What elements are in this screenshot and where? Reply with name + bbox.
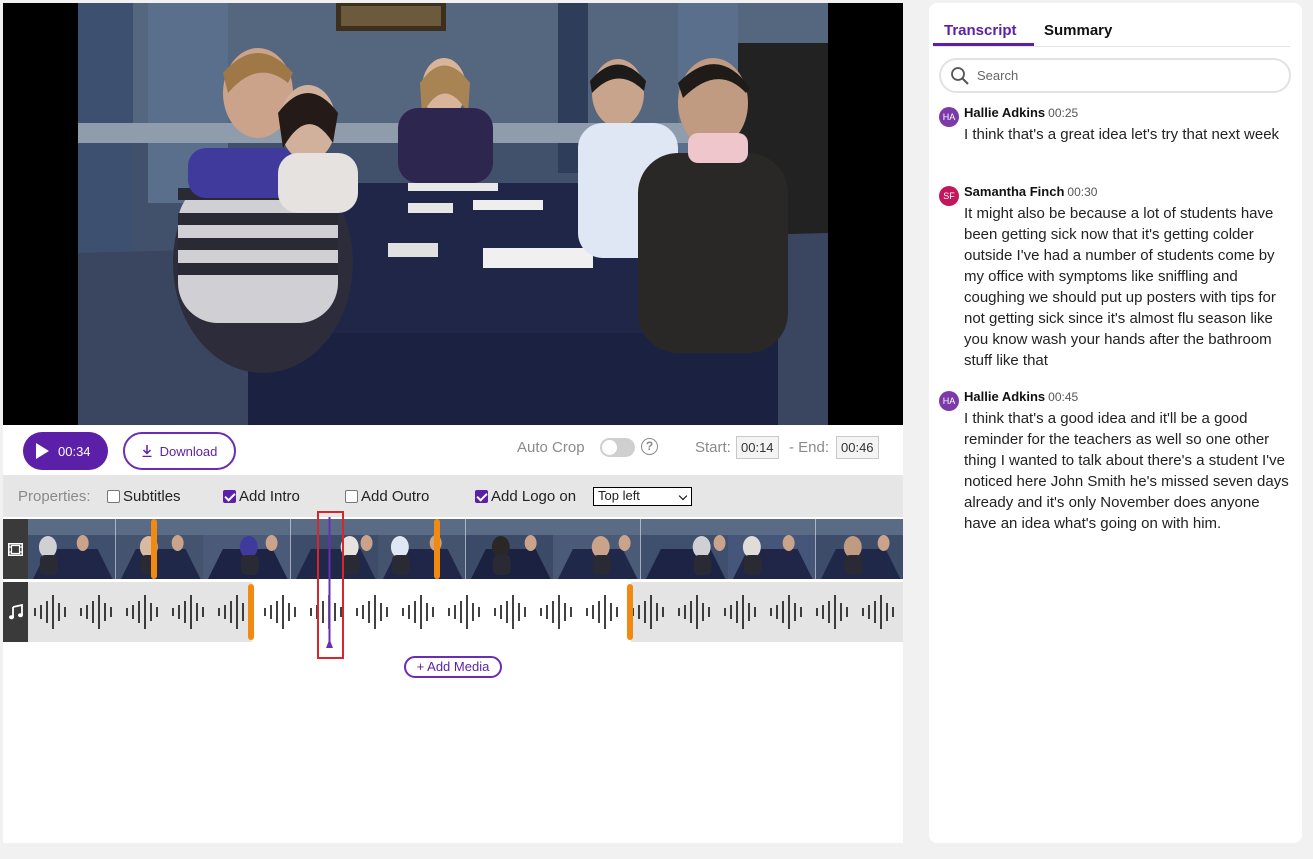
video-thumbnail: [815, 519, 903, 579]
audio-trim-marker[interactable]: [627, 584, 633, 640]
avatar: HA: [939, 391, 959, 411]
tab-divider: [933, 46, 1290, 47]
video-editor: 00:34 Download Auto Crop ? Start: 00:14 …: [3, 3, 903, 843]
video-track[interactable]: [3, 519, 903, 579]
video-thumbnails: [28, 519, 903, 579]
auto-crop-label: Auto Crop: [517, 439, 585, 456]
add-logo-checkbox[interactable]: Add Logo on: [475, 488, 576, 505]
video-thumbnail: [115, 519, 203, 579]
avatar: SF: [939, 186, 959, 206]
properties-label: Properties:: [18, 487, 91, 505]
download-button[interactable]: Download: [123, 432, 236, 470]
tab-summary[interactable]: Summary: [1044, 22, 1112, 39]
add-outro-check[interactable]: [345, 489, 358, 503]
speaker-line: Hallie Adkins 00:25: [964, 105, 1078, 120]
play-button[interactable]: 00:34: [23, 432, 108, 470]
add-media-button[interactable]: + Add Media: [404, 656, 502, 678]
add-outro-checkbox[interactable]: Add Outro: [345, 488, 429, 505]
logo-position-value: Top left: [598, 488, 640, 503]
search-icon: [951, 67, 969, 85]
subtitles-label: Subtitles: [123, 487, 181, 505]
video-thumbnail: [378, 519, 466, 579]
speaker-name: Hallie Adkins: [964, 389, 1046, 404]
auto-crop-toggle[interactable]: [600, 438, 635, 457]
timestamp[interactable]: 00:45: [1048, 390, 1078, 404]
video-frame: [78, 3, 828, 425]
video-player[interactable]: [3, 3, 903, 425]
transcript-text: It might also be because a lot of studen…: [964, 205, 1276, 369]
transcript-panel: Transcript Summary Search HA Hallie Adki…: [929, 3, 1302, 843]
film-icon: [3, 519, 28, 579]
add-logo-check[interactable]: [475, 489, 488, 503]
video-thumbnail: [728, 519, 816, 579]
video-thumbnail: [465, 519, 553, 579]
add-intro-checkbox[interactable]: Add Intro: [223, 488, 300, 505]
transcript-text: I think that's a great idea let's try th…: [964, 126, 1280, 143]
download-label: Download: [159, 443, 218, 459]
audio-trim-marker[interactable]: [248, 584, 254, 640]
video-thumbnail: [640, 519, 728, 579]
video-thumbnail: [28, 519, 116, 579]
speaker-line: Hallie Adkins 00:45: [964, 389, 1078, 404]
control-bar: 00:34 Download Auto Crop ? Start: 00:14 …: [3, 425, 903, 475]
timestamp[interactable]: 00:25: [1048, 106, 1078, 120]
end-time-field[interactable]: 00:46: [836, 436, 879, 459]
audio-track[interactable]: [3, 582, 903, 642]
video-trim-marker[interactable]: [151, 519, 157, 579]
start-label: Start:: [695, 439, 731, 456]
properties-bar: Properties: Subtitles Add Intro Add Outr…: [3, 475, 903, 517]
end-label: - End:: [789, 439, 830, 456]
add-logo-label: Add Logo on: [491, 487, 577, 505]
playhead-highlight: [317, 511, 344, 659]
video-trim-marker[interactable]: [434, 519, 440, 579]
play-icon: [36, 443, 49, 459]
download-icon: [142, 445, 152, 457]
add-intro-label: Add Intro: [239, 487, 300, 505]
help-icon[interactable]: ?: [641, 438, 658, 455]
speaker-name: Samantha Finch: [964, 184, 1065, 199]
audio-waveform: [34, 582, 894, 642]
search-input[interactable]: Search: [939, 58, 1291, 93]
video-thumbnail: [553, 519, 641, 579]
chevron-down-icon: [678, 491, 688, 501]
start-time-field[interactable]: 00:14: [736, 436, 779, 459]
speaker-name: Hallie Adkins: [964, 105, 1046, 120]
speaker-line: Samantha Finch 00:30: [964, 184, 1097, 199]
subtitles-check[interactable]: [107, 489, 120, 503]
timestamp[interactable]: 00:30: [1067, 185, 1097, 199]
tab-transcript[interactable]: Transcript: [944, 22, 1017, 39]
subtitles-checkbox[interactable]: Subtitles: [107, 488, 181, 505]
add-outro-label: Add Outro: [361, 487, 430, 505]
play-time: 00:34: [58, 443, 91, 459]
music-note-icon: [3, 582, 28, 642]
avatar: HA: [939, 107, 959, 127]
video-thumbnail: [203, 519, 291, 579]
logo-position-select[interactable]: Top left: [593, 487, 692, 506]
search-placeholder: Search: [977, 68, 1019, 83]
transcript-text: I think that's a good idea and it'll be …: [964, 410, 1289, 532]
add-intro-check[interactable]: [223, 489, 236, 503]
